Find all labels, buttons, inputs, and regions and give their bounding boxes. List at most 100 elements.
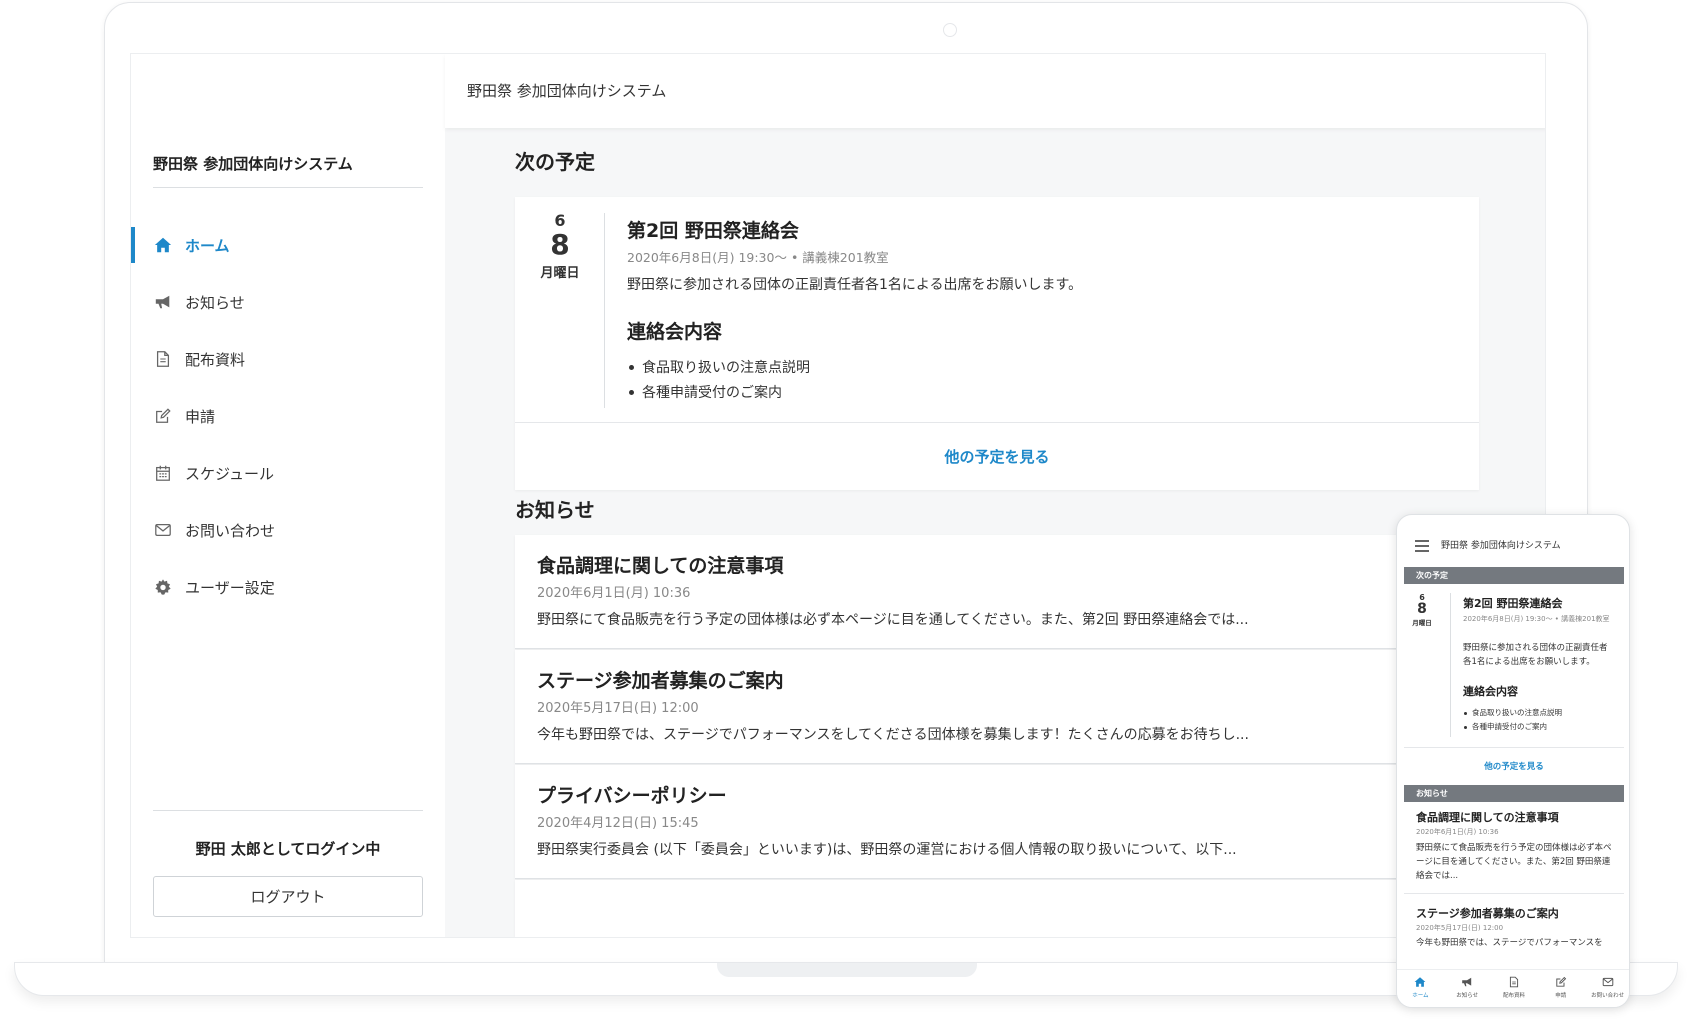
sidebar-divider — [153, 187, 423, 188]
news-title: ステージ参加者募集のご案内 — [537, 670, 784, 692]
event-description: 野田祭に参加される団体の正副責任者各1名による出席をお願いします。 — [627, 277, 1083, 293]
mobile-news-date: 2020年6月1日(月) 10:36 — [1416, 828, 1499, 836]
mobile-tab-news[interactable]: お知らせ — [1444, 970, 1491, 1007]
edit-icon — [1556, 976, 1566, 987]
mobile-schedule-bar: 次の予定 — [1404, 567, 1624, 584]
mobile-news-body: 今年も野田祭では、ステージでパフォーマンスを — [1416, 938, 1603, 948]
mobile-event-weekday: 月曜日 — [1412, 619, 1432, 627]
event-weekday: 月曜日 — [540, 266, 580, 281]
sidebar-item-documents[interactable]: 配布資料 — [131, 339, 445, 379]
news-body: 野田祭にて食品販売を行う予定の団体様は必ず本ページに目を通してください。また、第… — [537, 612, 1249, 628]
logout-button[interactable]: ログアウト — [153, 876, 423, 917]
news-title: 食品調理に関しての注意事項 — [537, 555, 784, 577]
megaphone-icon — [153, 292, 173, 312]
sidebar-item-label: お知らせ — [185, 293, 245, 312]
mobile-tab-label: 配布資料 — [1502, 993, 1525, 999]
login-status: 野田 太郎としてログイン中 — [195, 840, 381, 858]
megaphone-icon — [1462, 977, 1472, 987]
top-bar: 野田祭 参加団体向けシステム — [445, 54, 1545, 128]
main-content: 野田祭 参加団体向けシステム 次の予定 6 8 月曜日 第2回 野田祭連絡会 2… — [445, 54, 1545, 937]
camera-icon — [943, 23, 957, 37]
news-date: 2020年6月1日(月) 10:36 — [537, 586, 691, 601]
hamburger-menu-icon[interactable] — [1415, 537, 1429, 552]
mobile-tab-bar: ホーム お知らせ 配布資料 申請 お問い合わせ — [1397, 969, 1629, 1007]
mobile-tab-label: お知らせ — [1456, 993, 1479, 999]
sidebar-item-label: スケジュール — [185, 464, 274, 483]
desktop-screen: 野田祭 参加団体向けシステム ホーム お知らせ 配布資料 申請 スケジュール お… — [130, 53, 1546, 938]
sidebar-divider — [153, 810, 423, 811]
news-item[interactable] — [515, 880, 1479, 937]
mobile-event-description: 野田祭に参加される団体の正副責任者各1名による出席をお願いします。 — [1463, 643, 1608, 667]
sidebar-item-home[interactable]: ホーム — [131, 225, 445, 265]
sidebar: 野田祭 参加団体向けシステム ホーム お知らせ 配布資料 申請 スケジュール お… — [131, 54, 445, 937]
list-item: 食品取り扱いの注意点説明 — [1463, 707, 1562, 721]
news-item[interactable]: ステージ参加者募集のご案内 2020年5月17日(日) 12:00 今年も野田祭… — [515, 650, 1479, 764]
list-item: 各種申請受付のご案内 — [1463, 721, 1562, 735]
edit-icon — [153, 406, 173, 426]
mobile-event-divider — [1450, 593, 1451, 737]
more-schedule-link[interactable]: 他の予定を見る — [515, 446, 1479, 467]
news-body: 今年も野田祭では、ステージでパフォーマンスをしてくださる団体様を募集します！たく… — [537, 727, 1249, 743]
news-date: 2020年4月12日(日) 15:45 — [537, 816, 699, 831]
event-date: 6 8 月曜日 — [533, 211, 587, 281]
sidebar-item-user-settings[interactable]: ユーザー設定 — [131, 567, 445, 607]
sidebar-item-contact[interactable]: お問い合わせ — [131, 510, 445, 550]
mobile-tab-label: ホーム — [1412, 993, 1429, 999]
mobile-news-title[interactable]: 食品調理に関しての注意事項 — [1416, 809, 1559, 825]
news-item[interactable]: プライバシーポリシー 2020年4月12日(日) 15:45 野田祭実行委員会 … — [515, 765, 1479, 879]
sidebar-item-news[interactable]: お知らせ — [131, 282, 445, 322]
event-title: 第2回 野田祭連絡会 — [627, 220, 799, 242]
mobile-card-divider — [1404, 747, 1624, 748]
mobile-tab-documents[interactable]: 配布資料 — [1491, 970, 1538, 1007]
sidebar-item-schedule[interactable]: スケジュール — [131, 453, 445, 493]
envelope-icon — [1602, 977, 1613, 987]
mobile-news-separator — [1404, 893, 1624, 894]
event-subtitle: 連絡会内容 — [627, 321, 723, 343]
list-item: 食品取り扱いの注意点説明 — [627, 357, 810, 382]
document-icon — [153, 349, 173, 369]
envelope-icon — [153, 520, 173, 540]
mobile-tab-applications[interactable]: 申請 — [1537, 970, 1584, 1007]
sidebar-item-label: ホーム — [185, 236, 230, 255]
sidebar-item-applications[interactable]: 申請 — [131, 396, 445, 436]
event-meta: 2020年6月8日(月) 19:30〜 • 講義棟201教室 — [627, 250, 889, 265]
mobile-tab-contact[interactable]: お問い合わせ — [1584, 970, 1629, 1007]
mobile-app-title: 野田祭 参加団体向けシステム — [1441, 541, 1561, 551]
news-body: 野田祭実行委員会 (以下「委員会」といいます)は、野田祭の運営における個人情報の… — [537, 842, 1237, 858]
mobile-news-title[interactable]: ステージ参加者募集のご案内 — [1416, 905, 1559, 921]
mobile-event-subtitle: 連絡会内容 — [1463, 685, 1518, 698]
sidebar-item-label: ユーザー設定 — [185, 578, 275, 597]
laptop-notch — [717, 963, 977, 977]
list-item: 各種申請受付のご案内 — [627, 382, 810, 407]
event-divider — [604, 213, 605, 408]
schedule-section-title: 次の予定 — [515, 150, 595, 174]
document-icon — [1509, 976, 1519, 988]
sidebar-title: 野田祭 参加団体向けシステム — [153, 155, 353, 173]
mobile-more-schedule-link[interactable]: 他の予定を見る — [1397, 760, 1629, 772]
mobile-news-body: 野田祭にて食品販売を行う予定の団体様は必ず本ページに目を通してください。また、第… — [1416, 843, 1612, 881]
sidebar-item-label: 配布資料 — [185, 350, 246, 369]
news-date: 2020年5月17日(日) 12:00 — [537, 701, 699, 716]
page-title: 野田祭 参加団体向けシステム — [467, 82, 667, 100]
mobile-event-day: 8 — [1417, 601, 1427, 617]
mobile-event-date: 6 8 月曜日 — [1407, 593, 1437, 627]
mobile-tab-home[interactable]: ホーム — [1397, 970, 1444, 1007]
gear-icon — [153, 577, 173, 597]
sidebar-item-label: お問い合わせ — [185, 521, 276, 540]
mobile-tab-label: お問い合わせ — [1591, 993, 1625, 999]
news-title: プライバシーポリシー — [537, 785, 727, 807]
mobile-event-title: 第2回 野田祭連絡会 — [1463, 597, 1563, 610]
card-divider — [515, 422, 1479, 423]
event-day: 8 — [550, 228, 570, 261]
event-agenda-list: 食品取り扱いの注意点説明 各種申請受付のご案内 — [627, 357, 810, 407]
sidebar-item-label: 申請 — [185, 407, 216, 426]
mobile-preview: 野田祭 参加団体向けシステム 次の予定 6 8 月曜日 第2回 野田祭連絡会 2… — [1396, 514, 1630, 1008]
home-icon — [1414, 977, 1426, 987]
mobile-event-agenda-list: 食品取り扱いの注意点説明 各種申請受付のご案内 — [1463, 707, 1562, 735]
news-item[interactable]: 食品調理に関しての注意事項 2020年6月1日(月) 10:36 野田祭にて食品… — [515, 535, 1479, 649]
news-section-title: お知らせ — [515, 498, 595, 522]
mobile-news-date: 2020年5月17日(日) 12:00 — [1416, 924, 1504, 932]
mobile-event-meta: 2020年6月8日(月) 19:30〜 • 講義棟201教室 — [1463, 615, 1610, 623]
home-icon — [153, 235, 173, 255]
event-card: 6 8 月曜日 第2回 野田祭連絡会 2020年6月8日(月) 19:30〜 •… — [515, 197, 1479, 490]
